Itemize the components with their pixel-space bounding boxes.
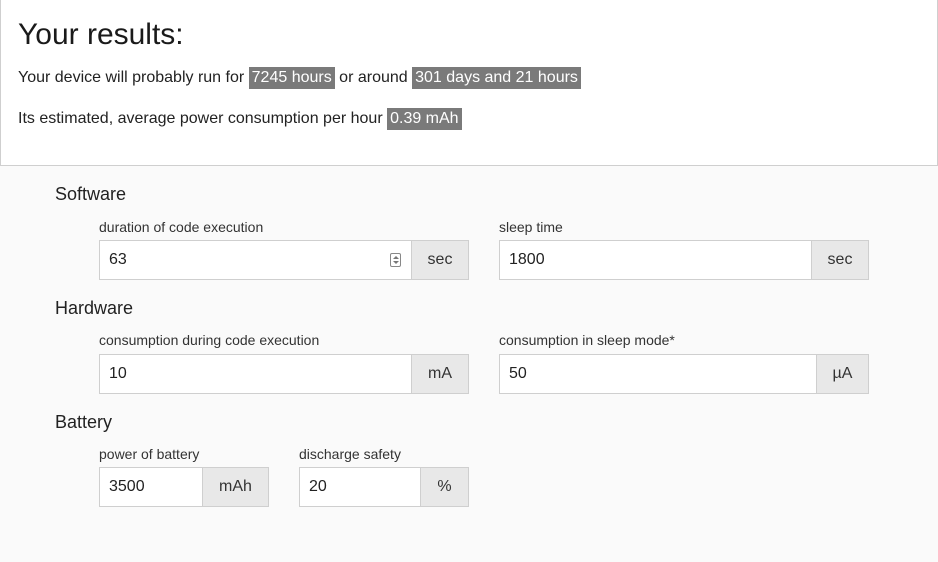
exec-consumption-field: mA	[99, 354, 469, 394]
battery-power-field: mAh	[99, 467, 269, 507]
consumption-value: 0.39 mAh	[387, 108, 462, 130]
battery-power-unit: mAh	[202, 468, 268, 506]
sleep-time-input[interactable]	[500, 241, 811, 279]
sleep-time-unit: sec	[811, 241, 868, 279]
runtime-hours-value: 7245 hours	[248, 67, 335, 89]
sleep-consumption-input[interactable]	[500, 355, 816, 393]
hardware-section-title: Hardware	[55, 298, 134, 318]
sleep-time-field: sec	[499, 240, 869, 280]
consumption-prefix: Its estimated, average power consumption…	[18, 110, 383, 127]
runtime-prefix: Your device will probably run for	[18, 69, 245, 86]
runtime-middle: or around	[339, 69, 408, 86]
exec-consumption-unit: mA	[411, 355, 468, 393]
runtime-line: Your device will probably run for 7245 h…	[18, 67, 581, 89]
consumption-line: Its estimated, average power consumption…	[18, 108, 462, 130]
results-title: Your results:	[18, 18, 184, 51]
duration-unit: sec	[411, 241, 468, 279]
duration-label: duration of code execution	[99, 219, 264, 235]
runtime-days-value: 301 days and 21 hours	[412, 67, 581, 89]
battery-power-input[interactable]	[100, 468, 202, 506]
sleep-consumption-label: consumption in sleep mode*	[499, 332, 675, 348]
duration-field: sec	[99, 240, 469, 280]
sleep-time-label: sleep time	[499, 219, 563, 235]
discharge-safety-unit: %	[420, 468, 468, 506]
spinner-icon[interactable]	[387, 241, 403, 279]
software-section-title: Software	[55, 184, 127, 204]
discharge-safety-label: discharge safety	[299, 446, 401, 462]
sleep-consumption-unit: µA	[816, 355, 868, 393]
exec-consumption-input[interactable]	[100, 355, 411, 393]
exec-consumption-label: consumption during code execution	[99, 332, 320, 348]
sleep-consumption-field: µA	[499, 354, 869, 394]
results-panel: Your results: Your device will probably …	[0, 0, 938, 166]
discharge-safety-field: %	[299, 467, 469, 507]
battery-section-title: Battery	[55, 412, 113, 432]
duration-input[interactable]	[100, 241, 387, 279]
battery-power-label: power of battery	[99, 446, 200, 462]
discharge-safety-input[interactable]	[300, 468, 420, 506]
